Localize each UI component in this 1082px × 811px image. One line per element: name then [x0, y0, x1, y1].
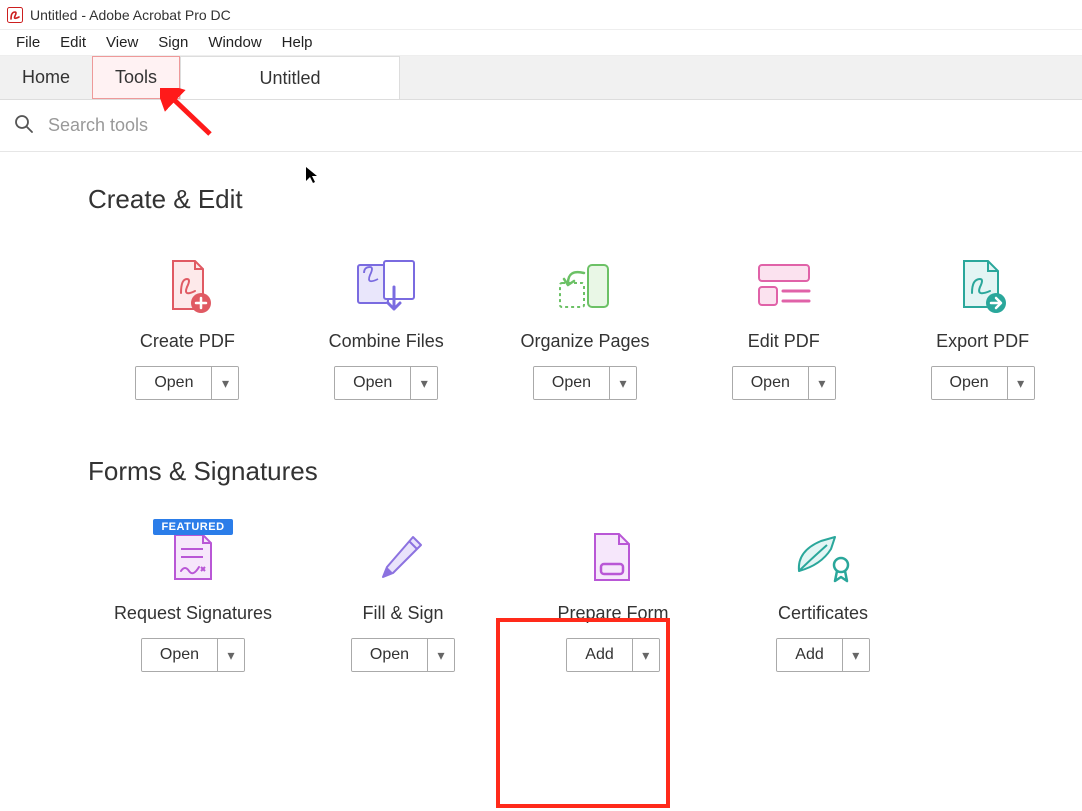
tool-action: Open ▾	[533, 366, 637, 400]
certificates-icon	[791, 527, 855, 589]
menu-file[interactable]: File	[6, 32, 50, 53]
tool-label: Combine Files	[329, 331, 444, 352]
tool-action: Open ▾	[135, 366, 239, 400]
create-pdf-icon	[159, 255, 215, 317]
open-button[interactable]: Open	[136, 367, 212, 399]
menu-edit[interactable]: Edit	[50, 32, 96, 53]
add-button[interactable]: Add	[567, 639, 632, 671]
tool-label: Certificates	[778, 603, 868, 624]
dropdown-button[interactable]: ▾	[633, 639, 659, 671]
tab-bar: Home Tools Untitled	[0, 56, 1082, 100]
tool-label: Organize Pages	[520, 331, 649, 352]
tool-certificates[interactable]: Certificates Add ▾	[718, 527, 928, 672]
menu-bar: File Edit View Sign Window Help	[0, 30, 1082, 56]
tool-prepare-form[interactable]: Prepare Form Add ▾	[508, 527, 718, 672]
dropdown-button[interactable]: ▾	[212, 367, 238, 399]
open-button[interactable]: Open	[335, 367, 411, 399]
tab-home[interactable]: Home	[0, 56, 92, 99]
prepare-form-icon	[589, 527, 637, 589]
dropdown-button[interactable]: ▾	[1008, 367, 1034, 399]
dropdown-button[interactable]: ▾	[218, 639, 244, 671]
dropdown-button[interactable]: ▾	[610, 367, 636, 399]
search-input[interactable]	[48, 115, 1068, 136]
open-button[interactable]: Open	[352, 639, 428, 671]
tool-action: Add ▾	[776, 638, 869, 672]
edit-pdf-icon	[755, 255, 813, 317]
tool-row-create-edit: Create PDF Open ▾ Combine Files Open ▾	[88, 255, 1082, 400]
tool-label: Prepare Form	[557, 603, 668, 624]
open-button[interactable]: Open	[142, 639, 218, 671]
tool-fill-sign[interactable]: Fill & Sign Open ▾	[298, 527, 508, 672]
tool-action: Open ▾	[141, 638, 245, 672]
request-signatures-icon	[167, 527, 219, 589]
window-titlebar: Untitled - Adobe Acrobat Pro DC	[0, 0, 1082, 30]
tool-edit-pdf[interactable]: Edit PDF Open ▾	[684, 255, 883, 400]
section-title-create-edit: Create & Edit	[88, 184, 1082, 215]
search-icon	[14, 114, 34, 137]
tool-label: Edit PDF	[748, 331, 820, 352]
tool-row-forms: FEATURED Request Signatures Open ▾ Fill …	[88, 527, 1082, 672]
section-forms-signatures: Forms & Signatures FEATURED Request Sign…	[0, 400, 1082, 672]
open-button[interactable]: Open	[534, 367, 610, 399]
open-button[interactable]: Open	[733, 367, 809, 399]
add-button[interactable]: Add	[777, 639, 842, 671]
menu-window[interactable]: Window	[198, 32, 271, 53]
tool-action: Add ▾	[566, 638, 659, 672]
menu-view[interactable]: View	[96, 32, 148, 53]
section-title-forms: Forms & Signatures	[88, 456, 1082, 487]
tool-label: Create PDF	[140, 331, 235, 352]
open-button[interactable]: Open	[932, 367, 1008, 399]
tool-export-pdf[interactable]: Export PDF Open ▾	[883, 255, 1082, 400]
section-create-edit: Create & Edit Create PDF Open ▾ Combine …	[0, 166, 1082, 400]
fill-sign-icon	[375, 527, 431, 589]
dropdown-button[interactable]: ▾	[411, 367, 437, 399]
tool-request-signatures[interactable]: FEATURED Request Signatures Open ▾	[88, 527, 298, 672]
tool-create-pdf[interactable]: Create PDF Open ▾	[88, 255, 287, 400]
acrobat-app-icon	[6, 6, 24, 24]
tab-tools[interactable]: Tools	[92, 56, 180, 99]
window-title: Untitled - Adobe Acrobat Pro DC	[30, 7, 231, 23]
tool-action: Open ▾	[334, 366, 438, 400]
tool-action: Open ▾	[351, 638, 455, 672]
tool-action: Open ▾	[931, 366, 1035, 400]
tool-organize-pages[interactable]: Organize Pages Open ▾	[486, 255, 685, 400]
tool-label: Fill & Sign	[362, 603, 443, 624]
menu-help[interactable]: Help	[272, 32, 323, 53]
tab-document[interactable]: Untitled	[180, 56, 400, 99]
tool-combine-files[interactable]: Combine Files Open ▾	[287, 255, 486, 400]
tool-label: Request Signatures	[114, 603, 272, 624]
tools-search-bar	[0, 100, 1082, 152]
dropdown-button[interactable]: ▾	[428, 639, 454, 671]
combine-files-icon	[350, 255, 422, 317]
organize-pages-icon	[554, 255, 616, 317]
tool-action: Open ▾	[732, 366, 836, 400]
menu-sign[interactable]: Sign	[148, 32, 198, 53]
dropdown-button[interactable]: ▾	[809, 367, 835, 399]
cursor-icon	[305, 166, 319, 184]
featured-badge: FEATURED	[153, 519, 232, 535]
export-pdf-icon	[954, 255, 1012, 317]
dropdown-button[interactable]: ▾	[843, 639, 869, 671]
tool-label: Export PDF	[936, 331, 1029, 352]
tools-content: Create & Edit Create PDF Open ▾ Combine …	[0, 152, 1082, 672]
